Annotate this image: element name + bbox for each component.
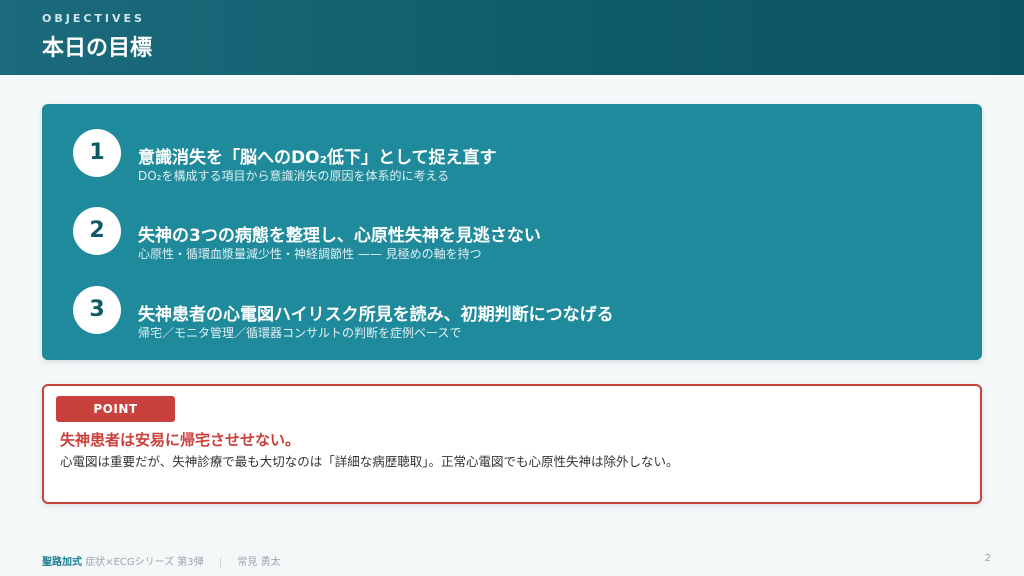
section-eyebrow: OBJECTIVES xyxy=(42,12,145,25)
objective-subtitle-2: 心原性・循環血漿量減少性・神経調節性 —— 見極めの軸を持つ xyxy=(138,247,482,261)
footer-author: 常見 勇太 xyxy=(237,557,281,568)
page-number: 2 xyxy=(984,553,991,564)
slide-footer: 聖路加式 症状×ECGシリーズ 第3弾 | 常見 勇太 xyxy=(42,553,281,568)
point-headline: 失神患者は安易に帰宅させせない。 xyxy=(60,431,301,449)
objective-title-1: 意識消失を「脳へのDO₂低下」として捉え直す xyxy=(138,148,497,168)
objective-item-3: 3 失神患者の心電図ハイリスク所見を読み、初期判断につなげる 帰宅／モニタ管理／… xyxy=(42,286,982,346)
point-body: 心電図は重要だが、失神診療で最も大切なのは「詳細な病歴聴取」。正常心電図でも心原… xyxy=(60,454,679,469)
slide-header: OBJECTIVES 本日の目標 xyxy=(0,0,1024,75)
footer-brand: 聖路加式 xyxy=(42,557,82,568)
objective-item-2: 2 失神の3つの病態を整理し、心原性失神を見逃さない 心原性・循環血漿量減少性・… xyxy=(42,207,982,267)
point-callout: POINT 失神患者は安易に帰宅させせない。 心電図は重要だが、失神診療で最も大… xyxy=(42,384,982,504)
objective-number-2: 2 xyxy=(73,207,121,255)
objective-subtitle-3: 帰宅／モニタ管理／循環器コンサルトの判断を症例ベースで xyxy=(138,326,462,340)
footer-separator: | xyxy=(218,557,223,568)
objective-number-3: 3 xyxy=(73,286,121,334)
objective-title-2: 失神の3つの病態を整理し、心原性失神を見逃さない xyxy=(138,226,541,246)
slide-title: 本日の目標 xyxy=(42,36,153,61)
objective-item-1: 1 意識消失を「脳へのDO₂低下」として捉え直す DO₂を構成する項目から意識消… xyxy=(42,129,982,189)
point-badge: POINT xyxy=(56,396,175,422)
footer-series: 症状×ECGシリーズ 第3弾 xyxy=(85,557,204,568)
objective-subtitle-1: DO₂を構成する項目から意識消失の原因を体系的に考える xyxy=(138,169,450,183)
objective-number-1: 1 xyxy=(73,129,121,177)
objectives-panel: 1 意識消失を「脳へのDO₂低下」として捉え直す DO₂を構成する項目から意識消… xyxy=(42,104,982,360)
objective-title-3: 失神患者の心電図ハイリスク所見を読み、初期判断につなげる xyxy=(138,305,614,325)
